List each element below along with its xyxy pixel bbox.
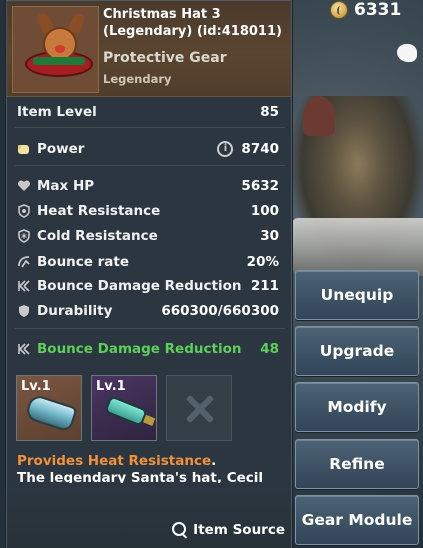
bounce-reduction-icon (17, 279, 31, 293)
currency-display: 6331 (330, 0, 401, 20)
module-slot-1[interactable]: Lv.1 (16, 375, 82, 441)
stat-row-item-level: Item Level 85 (7, 100, 291, 124)
stat-value: 660300/660300 (161, 303, 279, 319)
hat-band (33, 57, 85, 65)
bounce-reduction-icon (17, 342, 31, 356)
stat-row-bounce-rate: Bounce rate 20% (7, 250, 291, 274)
stat-label: Durability (37, 303, 113, 319)
stat-value: 100 (250, 203, 279, 219)
bounce-icon (17, 255, 31, 269)
menu-shortcut-icon[interactable] (397, 44, 417, 62)
module-slot-2[interactable]: Lv.1 (91, 375, 157, 441)
stat-value: 5632 (241, 178, 279, 194)
currency-value: 6331 (354, 0, 402, 20)
tooltip-footer: Item Source (7, 486, 291, 548)
item-title: Christmas Hat 3 (103, 7, 221, 22)
upgrade-button[interactable]: Upgrade (295, 326, 419, 376)
stat-label: Cold Resistance (37, 228, 158, 244)
stat-label: Bounce rate (37, 254, 130, 270)
item-rarity: Legendary (103, 72, 172, 86)
bonus-stat-label: Bounce Damage Reduction (37, 341, 242, 357)
stat-value: 211 (250, 278, 279, 294)
divider (15, 127, 285, 128)
stat-row-power: Power i 8740 (7, 137, 291, 161)
stat-value: 85 (260, 104, 279, 120)
stat-row-bounce-damage-reduction: Bounce Damage Reduction 211 (7, 274, 291, 298)
modify-button[interactable]: Modify (295, 382, 419, 432)
search-icon (172, 522, 188, 538)
gear-module-button[interactable]: Gear Module (295, 495, 419, 545)
module-level: Lv.1 (21, 379, 51, 394)
divider (15, 328, 285, 329)
cold-shield-icon (17, 229, 31, 243)
item-header: Christmas Hat 3 (Legendary) (id:418011) … (7, 1, 291, 97)
stat-value: 30 (260, 228, 279, 244)
hat-reindeer-face (43, 27, 77, 61)
description-highlight: Provides Heat Resistance (17, 453, 212, 469)
module-slot-empty[interactable] (166, 375, 232, 441)
stat-label: Power (37, 141, 85, 157)
character-weapon (292, 218, 423, 276)
fist-icon (17, 142, 31, 156)
info-icon[interactable]: i (217, 141, 234, 157)
item-source-link[interactable]: Item Source (172, 522, 285, 538)
stat-label: Heat Resistance (37, 203, 161, 219)
module-usb-icon (104, 395, 148, 427)
description-text: The legendary Santa's hat, Cecil (17, 470, 264, 483)
description-highlight-suffix: . (211, 453, 217, 469)
stat-label: Bounce Damage Reduction (37, 278, 242, 294)
item-thumbnail (12, 6, 99, 93)
item-title-id: (Legendary) (id:418011) (103, 24, 282, 39)
stat-row-heat-resistance: Heat Resistance 100 (7, 199, 291, 223)
hat-nose (55, 45, 65, 53)
module-level: Lv.1 (96, 379, 126, 394)
divider (15, 165, 285, 166)
stat-value: 8740 (241, 141, 279, 157)
item-category: Protective Gear (103, 50, 227, 66)
heat-shield-icon (17, 204, 31, 218)
stat-row-max-hp: Max HP 5632 (7, 174, 291, 198)
item-description: Provides Heat Resistance. The legendary … (17, 453, 287, 483)
character-antler (303, 96, 335, 136)
item-source-label: Item Source (193, 522, 285, 538)
module-chip-icon (24, 393, 78, 433)
stat-row-durability: Durability 660300/660300 (7, 299, 291, 323)
item-tooltip-panel: Christmas Hat 3 (Legendary) (id:418011) … (6, 0, 292, 548)
refine-button[interactable]: Refine (295, 439, 419, 489)
bonus-stat-value: 48 (260, 341, 279, 357)
durability-shield-icon (17, 304, 31, 318)
heart-icon (17, 179, 31, 193)
stat-label: Max HP (37, 178, 95, 194)
unequip-button[interactable]: Unequip (295, 270, 419, 320)
bonus-stat-row: Bounce Damage Reduction 48 (7, 337, 291, 361)
coin-icon (330, 1, 348, 19)
stat-label: Item Level (17, 104, 97, 120)
stat-row-cold-resistance: Cold Resistance 30 (7, 224, 291, 248)
empty-slot-icon (185, 394, 215, 424)
stat-value: 20% (246, 254, 279, 270)
